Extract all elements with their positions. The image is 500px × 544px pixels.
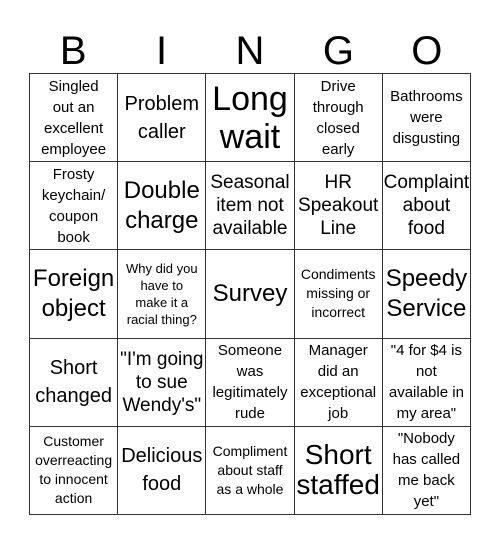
cell-text: Problem caller (124, 92, 200, 143)
cell-text: Singled out an excellent employee (41, 77, 107, 158)
header-letter-b: B (59, 29, 87, 73)
bingo-cell[interactable]: Delicious food (118, 426, 207, 515)
cell-text: Customer overreacting to innocent action (35, 433, 113, 507)
bingo-cell[interactable]: Compliment about staff as a whole (206, 426, 295, 515)
cell-text: Drive through closed early (312, 77, 364, 158)
bingo-cell[interactable]: Survey (206, 250, 295, 339)
header-letter-g: G (322, 29, 354, 73)
cell-text: Manager did an exceptional job (300, 342, 377, 423)
cell-text: Short staffed (296, 439, 380, 501)
cell-text: Someone was legitimately rude (212, 342, 288, 423)
header-letter-n: N (235, 29, 265, 73)
bingo-cell[interactable]: Foreign object (30, 250, 119, 339)
bingo-cell[interactable]: Singled out an excellent employee (30, 74, 119, 163)
cell-text: Foreign object (32, 264, 115, 322)
cell-text: Why did you have to make it a racial thi… (126, 260, 198, 327)
bingo-cell[interactable]: Bathrooms were disgusting (382, 74, 471, 163)
cell-text: Survey (212, 279, 288, 307)
bingo-cell[interactable]: Double charge (118, 162, 207, 251)
cell-text: Delicious food (121, 445, 203, 496)
cell-text: Complaint about food (383, 172, 470, 240)
bingo-cell[interactable]: Frosty keychain/ coupon book (30, 162, 119, 251)
cell-text: Condiments missing or incorrect (300, 266, 376, 321)
bingo-cell[interactable]: Seasonal item not available (206, 162, 295, 251)
cell-text: HR Speakout Line (298, 172, 379, 240)
bingo-cell[interactable]: Customer overreacting to innocent action (30, 426, 119, 515)
bingo-cell[interactable]: Short staffed (294, 426, 383, 515)
header-letter-i: I (156, 29, 168, 73)
bingo-cell[interactable]: Speedy Service (382, 250, 471, 339)
cell-text: "I'm going to sue Wendy's" (120, 348, 204, 416)
bingo-cell[interactable]: Why did you have to make it a racial thi… (118, 250, 207, 339)
cell-text: "4 for $4 is not available in my area" (388, 342, 464, 423)
bingo-cell[interactable]: Short changed (30, 338, 119, 427)
cell-text: Double charge (123, 176, 200, 234)
cell-text: Frosty keychain/ coupon book (41, 165, 106, 246)
cell-text: Long wait (212, 79, 288, 156)
cell-text: Compliment about staff as a whole (212, 442, 288, 497)
bingo-cell[interactable]: Manager did an exceptional job (294, 338, 383, 427)
bingo-cell[interactable]: Condiments missing or incorrect (294, 250, 383, 339)
bingo-cell[interactable]: HR Speakout Line (294, 162, 383, 251)
bingo-cell[interactable]: Complaint about food (382, 162, 471, 251)
bingo-header: B I N G O (29, 30, 471, 72)
bingo-cell[interactable]: Someone was legitimately rude (206, 338, 295, 427)
cell-text: Bathrooms were disgusting (390, 88, 463, 148)
cell-text: Speedy Service (385, 264, 468, 322)
cell-text: Seasonal item not available (210, 172, 290, 240)
cell-text: Short changed (35, 357, 112, 408)
bingo-cell[interactable]: Problem caller (118, 74, 207, 163)
bingo-cell[interactable]: "I'm going to sue Wendy's" (118, 338, 207, 427)
bingo-cell[interactable]: Drive through closed early (294, 74, 383, 163)
bingo-grid: Singled out an excellent employee Proble… (29, 73, 471, 515)
header-letter-o: O (411, 29, 443, 73)
cell-text: "Nobody has called me back yet" (392, 430, 461, 511)
bingo-cell[interactable]: Long wait (206, 74, 295, 163)
bingo-cell[interactable]: "Nobody has called me back yet" (382, 426, 471, 515)
bingo-cell[interactable]: "4 for $4 is not available in my area" (382, 338, 471, 427)
